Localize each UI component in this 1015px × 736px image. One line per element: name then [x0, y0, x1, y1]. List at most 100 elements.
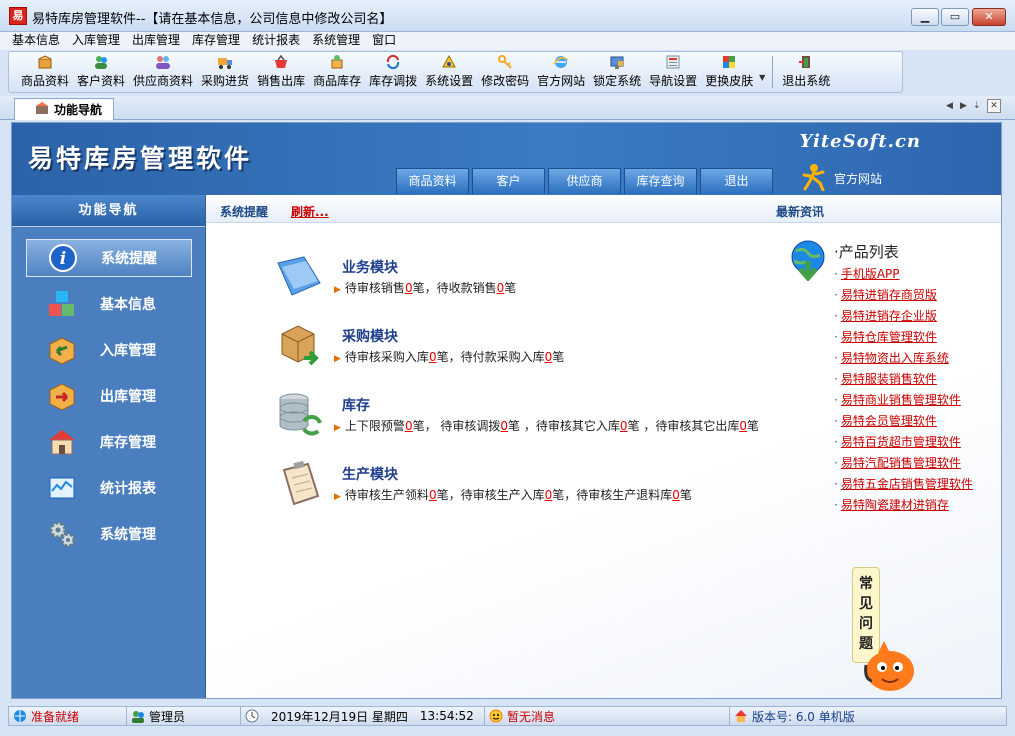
business-module-title[interactable]: 业务模块 [342, 257, 398, 277]
minimize-button[interactable]: ▁ [911, 8, 939, 26]
toolbar-nav-settings-button[interactable]: 导航设置 [645, 52, 701, 92]
list-item: · 易特物资出入库系统 [834, 351, 949, 365]
pending-transfer-count[interactable]: 0 [500, 419, 508, 433]
menu-system[interactable]: 系统管理 [306, 32, 366, 50]
running-man-icon [802, 163, 826, 194]
mascot-icon[interactable] [860, 635, 920, 695]
menu-basic-info[interactable]: 基本信息 [0, 32, 66, 50]
toolbar-stock-button[interactable]: 商品库存 [309, 52, 365, 92]
reminder-main: 业务模块 ▶ 待审核销售0笔，待收款销售0笔 采购模块 ▶ 待审核采购入库0笔，待付… [206, 223, 1001, 698]
sidebar-item-system[interactable]: 系统管理 [26, 515, 192, 553]
list-item: · 易特服装销售软件 [834, 372, 937, 386]
menu-inbound[interactable]: 入库管理 [66, 32, 126, 50]
home-icon [734, 709, 748, 723]
skin-icon [721, 54, 737, 70]
list-item: · 易特会员管理软件 [834, 414, 937, 428]
toolbar-separator [772, 56, 774, 88]
pending-other-out-count[interactable]: 0 [739, 419, 747, 433]
banner-tab-products[interactable]: 商品资料 [396, 168, 469, 194]
pending-return-count[interactable]: 0 [672, 488, 680, 502]
menu-bar: 基本信息 入库管理 出库管理 库存管理 统计报表 系统管理 窗口 [0, 32, 1015, 50]
stock-warning-count[interactable]: 0 [405, 419, 413, 433]
menu-outbound[interactable]: 出库管理 [126, 32, 186, 50]
suppliers-icon [155, 54, 171, 70]
official-site-label: 官方网站 [834, 172, 883, 186]
product-link[interactable]: 易特会员管理软件 [841, 414, 937, 428]
close-button[interactable]: ✕ [972, 8, 1006, 26]
toolbar-sales-button[interactable]: 销售出库 [253, 52, 309, 92]
product-link[interactable]: 易特五金店销售管理软件 [841, 477, 973, 491]
list-item: · 易特仓库管理软件 [834, 330, 937, 344]
tab-close-icon[interactable]: ✕ [987, 99, 1001, 113]
list-item: · 易特百货超市管理软件 [834, 435, 961, 449]
product-link[interactable]: 易特百货超市管理软件 [841, 435, 961, 449]
toolbar-skin-button[interactable]: 更换皮肤 [701, 52, 757, 92]
product-link[interactable]: 易特物资出入库系统 [841, 351, 949, 365]
pending-purchase-count[interactable]: 0 [429, 350, 437, 364]
product-link[interactable]: 易特商业销售管理软件 [841, 393, 961, 407]
sidebar-item-inbound[interactable]: 入库管理 [26, 331, 192, 369]
browser-icon [553, 54, 569, 70]
pending-material-count[interactable]: 0 [429, 488, 437, 502]
banner-tab-exit[interactable]: 退出 [700, 168, 773, 194]
product-link[interactable]: 易特汽配销售管理软件 [841, 456, 961, 470]
sidebar-item-system-reminder[interactable]: i 系统提醒 [26, 239, 192, 277]
skin-dropdown-arrow[interactable]: ▼ [757, 52, 767, 92]
product-link[interactable]: 手机版APP [841, 267, 900, 281]
product-link[interactable]: 易特仓库管理软件 [841, 330, 937, 344]
status-user: 管理员 [127, 707, 241, 725]
banner-tab-stock-query[interactable]: 库存查询 [624, 168, 697, 194]
app-logo-icon: 易 [9, 7, 27, 25]
list-item: · 易特商业销售管理软件 [834, 393, 961, 407]
status-messages[interactable]: 暂无消息 [485, 707, 730, 725]
pending-sales-count[interactable]: 0 [405, 281, 413, 295]
banner-tab-customers[interactable]: 客户 [472, 168, 545, 194]
toolbar-customers-button[interactable]: 客户资料 [73, 52, 129, 92]
maximize-button[interactable]: ▭ [941, 8, 969, 26]
purchase-module-title[interactable]: 采购模块 [342, 326, 398, 346]
truck-icon [217, 54, 233, 70]
tab-list-icon[interactable]: ⇣ [973, 101, 981, 111]
status-bar: 准备就绪 管理员 2019年12月19日 星期四 13:54:52 暂无消息 版… [8, 706, 1007, 726]
list-item: · 易特进销存企业版 [834, 309, 937, 323]
sidebar-item-outbound[interactable]: 出库管理 [26, 377, 192, 415]
toolbar-password-button[interactable]: 修改密码 [477, 52, 533, 92]
toolbar: 商品资料 客户资料 供应商资料 采购进货 销售出库 商品库存 库存调拨 系统设置… [8, 51, 903, 93]
menu-reports[interactable]: 统计报表 [246, 32, 306, 50]
toolbar-lock-button[interactable]: 锁定系统 [589, 52, 645, 92]
toolbar-website-button[interactable]: 官方网站 [533, 52, 589, 92]
box-icon [37, 54, 53, 70]
pending-other-in-count[interactable]: 0 [620, 419, 628, 433]
toolbar-settings-button[interactable]: 系统设置 [421, 52, 477, 92]
business-module: 业务模块 ▶ 待审核销售0笔，待收款销售0笔 [274, 253, 794, 305]
product-link[interactable]: 易特进销存商贸版 [841, 288, 937, 302]
sidebar-item-reports[interactable]: 统计报表 [26, 469, 192, 507]
sidebar-item-basic-info[interactable]: 基本信息 [26, 285, 192, 323]
production-module-desc: ▶ 待审核生产领料0笔，待审核生产入库0笔，待审核生产退料库0笔 [334, 488, 692, 502]
content-panel: 易特库房管理软件 YiteSoft.cn 商品资料 客户 供应商 库存查询 退出… [11, 122, 1002, 699]
tab-function-nav[interactable]: 功能导航 [14, 98, 114, 120]
tab-scroll-right-icon[interactable]: ▶ [960, 101, 967, 111]
tab-scroll-left-icon[interactable]: ◀ [946, 101, 953, 111]
production-module-title[interactable]: 生产模块 [342, 464, 398, 484]
stock-module-title[interactable]: 库存 [342, 395, 370, 415]
cubes-icon [44, 288, 80, 320]
menu-inventory[interactable]: 库存管理 [186, 32, 246, 50]
toolbar-exit-button[interactable]: 退出系统 [778, 52, 834, 92]
banner-tab-suppliers[interactable]: 供应商 [548, 168, 621, 194]
sidebar-item-inventory[interactable]: 库存管理 [26, 423, 192, 461]
customers-icon [93, 54, 109, 70]
official-site-link[interactable]: 官方网站 [802, 163, 882, 194]
toolbar-products-button[interactable]: 商品资料 [17, 52, 73, 92]
banner-brand: YiteSoft.cn [799, 131, 921, 152]
business-module-desc: ▶ 待审核销售0笔，待收款销售0笔 [334, 281, 517, 295]
product-link[interactable]: 易特服装销售软件 [841, 372, 937, 386]
toolbar-transfer-button[interactable]: 库存调拨 [365, 52, 421, 92]
menu-window[interactable]: 窗口 [366, 32, 402, 50]
product-link[interactable]: 易特陶瓷建材进销存 [841, 498, 949, 512]
refresh-link[interactable]: 刷新... [291, 203, 329, 220]
toolbar-purchase-button[interactable]: 采购进货 [197, 52, 253, 92]
window-title: 易特库房管理软件--【请在基本信息，公司信息中修改公司名】 [32, 12, 393, 27]
toolbar-suppliers-button[interactable]: 供应商资料 [129, 52, 197, 92]
product-link[interactable]: 易特进销存企业版 [841, 309, 937, 323]
